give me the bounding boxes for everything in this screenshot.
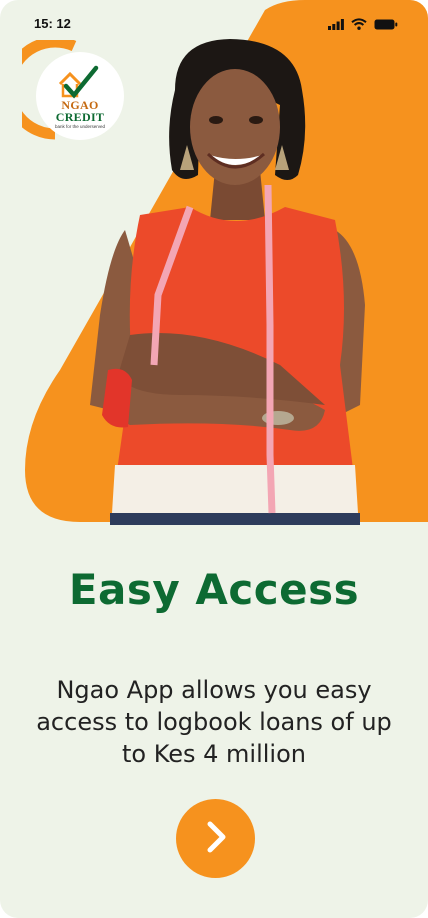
onboarding-title: Easy Access <box>68 565 360 614</box>
logo-brand-line2: CREDIT <box>55 110 105 124</box>
onboarding-description: Ngao App allows you easy access to logbo… <box>36 676 392 768</box>
logo-tagline: bank for the underserved <box>54 124 106 129</box>
status-bar: 15: 12 <box>0 0 428 48</box>
status-icons <box>328 15 398 34</box>
onboarding-screen: 15: 12 NGAO CREDIT bank for the underser… <box>0 0 428 918</box>
wifi-icon <box>351 15 367 34</box>
next-button[interactable] <box>176 799 255 878</box>
battery-icon <box>374 15 398 34</box>
logo-wordmark: NGAO CREDIT <box>36 99 124 123</box>
chevron-right-icon <box>201 819 231 858</box>
signal-icon <box>328 15 344 34</box>
status-time: 15: 12 <box>34 16 71 31</box>
checkmark-logo-icon <box>58 65 99 99</box>
